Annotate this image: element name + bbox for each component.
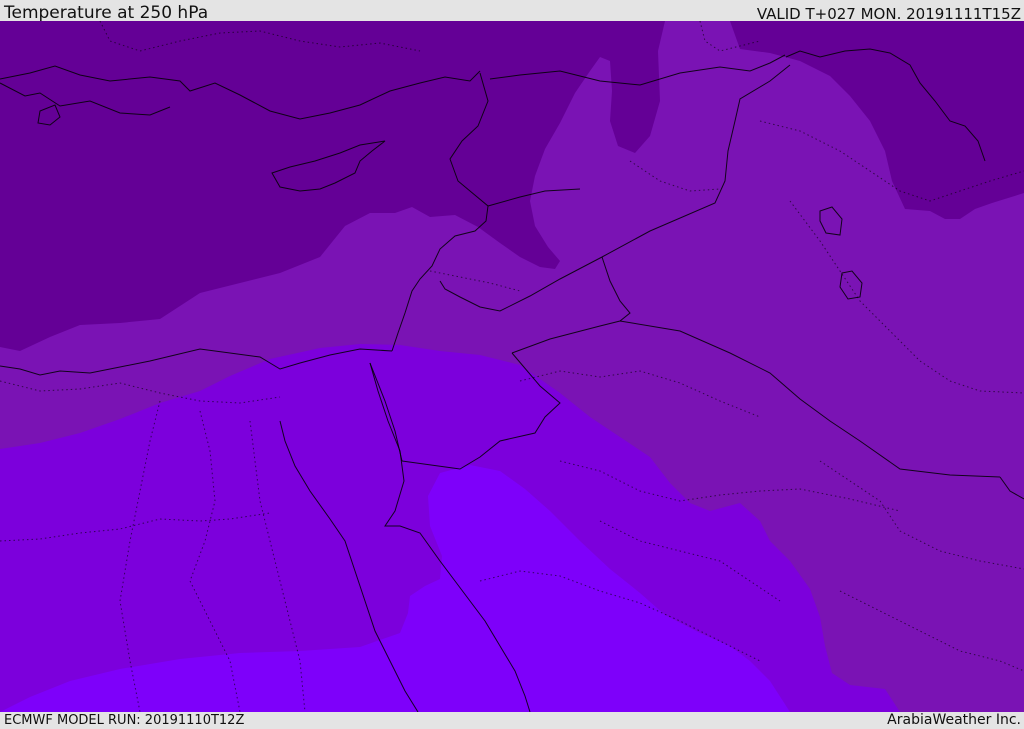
credit-label: ArabiaWeather Inc. bbox=[887, 712, 1021, 728]
footer-bar: ECMWF MODEL RUN: 20191110T12Z ArabiaWeat… bbox=[0, 712, 1024, 729]
weather-map[interactable] bbox=[0, 21, 1024, 712]
map-canvas bbox=[0, 21, 1024, 712]
map-title: Temperature at 250 hPa bbox=[4, 3, 209, 23]
header-bar: Temperature at 250 hPa VALID T+027 MON. … bbox=[0, 0, 1024, 23]
model-run-label: ECMWF MODEL RUN: 20191110T12Z bbox=[4, 713, 245, 728]
